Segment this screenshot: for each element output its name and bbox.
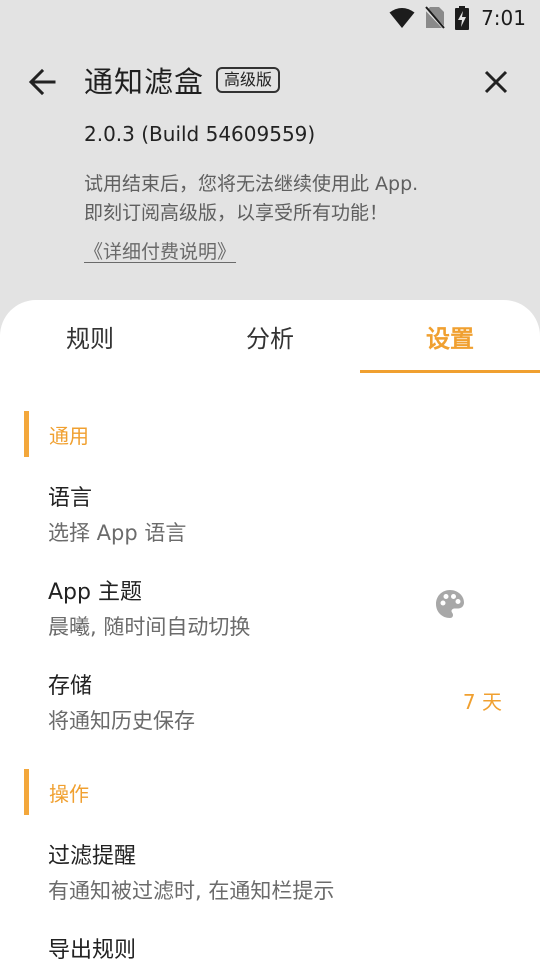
- section-general: 通用: [24, 411, 89, 457]
- status-bar: 7:01: [0, 0, 540, 36]
- tab-bar: 规则 分析 设置: [0, 300, 540, 373]
- section-marker: [24, 769, 29, 815]
- section-marker: [24, 411, 29, 457]
- tab-settings[interactable]: 设置: [360, 300, 540, 372]
- pricing-details-link[interactable]: 《详细付费说明》: [84, 237, 236, 264]
- status-time: 7:01: [481, 6, 526, 30]
- section-label: 操作: [49, 781, 89, 806]
- trial-notice: 试用结束后，您将无法继续使用此 App. 即刻订阅高级版，以享受所有功能！: [84, 170, 524, 228]
- back-button[interactable]: [22, 62, 62, 102]
- palette-icon: [436, 590, 464, 618]
- pref-storage[interactable]: 存储 将通知历史保存: [48, 668, 518, 735]
- tab-analysis[interactable]: 分析: [180, 300, 360, 372]
- pref-title: 导出规则: [48, 938, 137, 960]
- app-title: 通知滤盒: [84, 65, 205, 99]
- close-icon: [484, 70, 508, 94]
- pref-summary: 将通知历史保存: [48, 709, 195, 733]
- close-button[interactable]: [476, 62, 516, 102]
- section-label: 通用: [49, 423, 89, 448]
- storage-duration-value: 7 天: [462, 690, 502, 714]
- section-actions: 操作: [24, 769, 89, 815]
- pref-title: 语言: [48, 486, 93, 511]
- pref-summary: 选择 App 语言: [48, 521, 187, 545]
- pref-title: 存储: [48, 674, 93, 699]
- tab-indicator: [360, 370, 540, 373]
- pref-export-rules[interactable]: 导出规则: [48, 932, 518, 960]
- trial-line-2: 即刻订阅高级版，以享受所有功能！: [84, 202, 389, 224]
- premium-badge: 高级版: [216, 67, 281, 93]
- arrow-back-icon: [28, 68, 56, 96]
- app-header: 通知滤盒 高级版: [0, 52, 540, 108]
- pref-language[interactable]: 语言 选择 App 语言: [48, 480, 518, 547]
- no-sim-icon: [425, 6, 446, 30]
- version-info: 2.0.3 (Build 54609559): [84, 122, 316, 146]
- text-fade-overlay: [340, 862, 460, 902]
- tab-rules[interactable]: 规则: [0, 300, 180, 372]
- trial-line-1: 试用结束后，您将无法继续使用此 App.: [84, 173, 419, 195]
- battery-charging-icon: [455, 6, 470, 30]
- wifi-icon: [389, 8, 415, 28]
